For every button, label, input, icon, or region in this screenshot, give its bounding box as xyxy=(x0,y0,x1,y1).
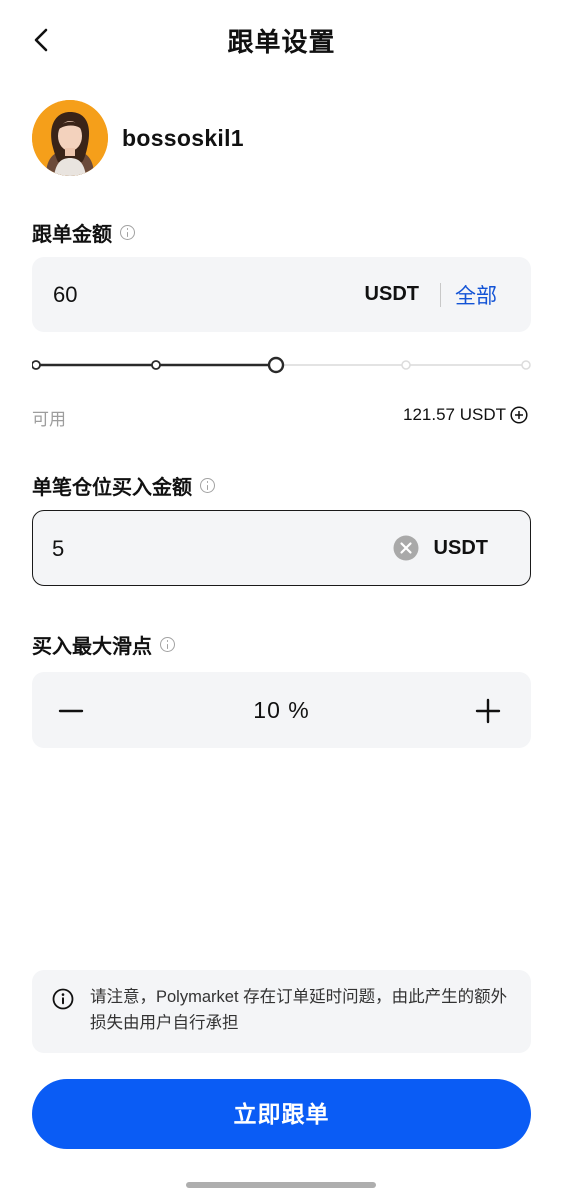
info-icon[interactable] xyxy=(160,637,175,652)
slider-step-1 xyxy=(151,360,161,370)
page-title: 跟单设置 xyxy=(227,27,336,57)
info-icon[interactable] xyxy=(200,478,215,493)
slippage-value[interactable]: 10 % xyxy=(32,697,531,724)
info-icon xyxy=(52,988,74,1010)
avatar xyxy=(32,100,108,176)
follow-amount-label-text: 跟单金额 xyxy=(32,224,112,246)
per-position-label-text: 单笔仓位买入金额 xyxy=(32,477,192,499)
all-button[interactable]: 全部 xyxy=(455,280,497,310)
plus-icon[interactable] xyxy=(471,694,505,728)
follow-now-button[interactable]: 立即跟单 xyxy=(32,1079,531,1149)
plus-circle-icon[interactable] xyxy=(510,406,528,424)
divider xyxy=(439,283,441,307)
slippage-label: 买入最大滑点 xyxy=(32,630,175,659)
slider-thumb xyxy=(267,356,285,374)
notice-box: 请注意，Polymarket 存在订单延时问题，由此产生的额外损失由用户自行承担 xyxy=(32,970,531,1053)
follow-amount-unit: USDT xyxy=(364,283,419,305)
slider-step-3 xyxy=(401,360,411,370)
slippage-label-text: 买入最大滑点 xyxy=(32,636,152,658)
nav-bar: 跟单设置 xyxy=(0,0,563,80)
per-position-label: 单笔仓位买入金额 xyxy=(32,471,215,500)
home-indicator xyxy=(186,1182,376,1188)
available-value: 121.57 USDT xyxy=(403,405,506,424)
follow-amount-input[interactable]: 60 USDT 全部 xyxy=(32,257,531,332)
amount-slider[interactable] xyxy=(32,352,531,378)
slider-step-4 xyxy=(521,360,531,370)
follow-amount-value[interactable]: 60 xyxy=(53,282,77,308)
follow-amount-label: 跟单金额 xyxy=(32,218,135,247)
trader-profile: bossoskil1 xyxy=(32,100,244,176)
available-label: 可用 xyxy=(32,410,66,429)
per-position-input[interactable]: 5 USDT xyxy=(32,510,531,586)
per-position-value[interactable]: 5 xyxy=(52,536,64,562)
info-icon[interactable] xyxy=(120,225,135,240)
slider-step-0 xyxy=(32,360,41,370)
notice-text: 请注意，Polymarket 存在订单延时问题，由此产生的额外损失由用户自行承担 xyxy=(90,988,508,1032)
slippage-stepper: 10 % xyxy=(32,672,531,748)
per-position-unit: USDT xyxy=(433,537,488,559)
trader-username[interactable]: bossoskil1 xyxy=(122,125,244,152)
clear-icon[interactable] xyxy=(393,535,419,561)
available-balance: 121.57 USDT xyxy=(403,405,528,425)
